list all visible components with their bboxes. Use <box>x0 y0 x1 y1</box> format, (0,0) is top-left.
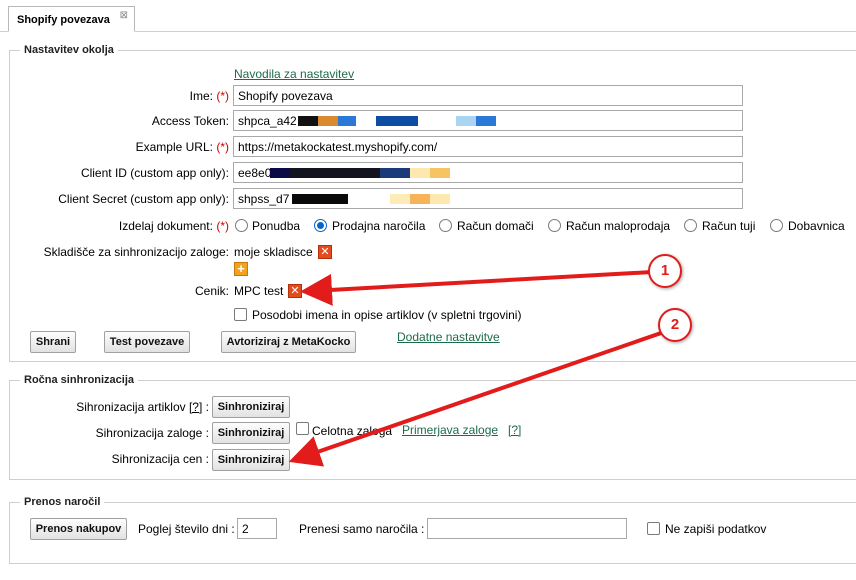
tab-bar: Shopify povezava ⊠ <box>0 0 856 32</box>
update-names-label: Posodobi imena in opise artiklov (v sple… <box>252 308 522 322</box>
tab-label: Shopify povezava <box>17 14 110 26</box>
save-button[interactable]: Shrani <box>30 331 76 353</box>
client-secret-input[interactable]: shpss_d7 <box>233 188 743 209</box>
sync-prices-button[interactable]: Sinhroniziraj <box>212 449 290 471</box>
additional-settings-link[interactable]: Dodatne nastavitve <box>397 330 500 344</box>
warehouse-label: Skladišče za sinhronizacijo zaloge: <box>43 245 229 259</box>
annotation-badge-2: 2 <box>658 308 692 342</box>
access-token-label: Access Token: <box>151 114 229 128</box>
only-orders-label: Prenesi samo naročila : <box>299 522 425 536</box>
only-orders-input[interactable] <box>427 518 627 539</box>
setup-instructions-link[interactable]: Navodila za nastavitev <box>234 67 354 81</box>
transfer-orders-button[interactable]: Prenos nakupov <box>30 518 127 540</box>
radio-racun-maloprodaja-label: Račun maloprodaja <box>566 219 671 233</box>
stock-sync-label: Sihronizacija zaloge : <box>95 426 209 440</box>
radio-prodajna-narocila[interactable] <box>314 219 327 232</box>
articles-sync-label: Sihronizacija artiklov [?] : <box>76 400 209 414</box>
authorize-button[interactable]: Avtoriziraj z MetaKocko <box>221 331 356 353</box>
pricelist-label: Cenik: <box>194 284 229 298</box>
radio-racun-maloprodaja[interactable] <box>548 219 561 232</box>
days-input[interactable]: 2 <box>237 518 277 539</box>
annotation-badge-1: 1 <box>648 254 682 288</box>
radio-racun-tuji[interactable] <box>684 219 697 232</box>
remove-warehouse-icon[interactable]: ✕ <box>318 245 332 259</box>
pricelist-value: MPC test <box>234 284 284 298</box>
client-secret-label: Client Secret (custom app only): <box>58 192 229 206</box>
client-id-input[interactable]: ee8e0 <box>233 162 743 183</box>
name-label: Ime: (*) <box>189 89 229 103</box>
radio-racun-domaci[interactable] <box>439 219 452 232</box>
stock-help-link[interactable]: [?] <box>508 423 521 437</box>
manual-sync-legend: Ročna sinhronizacija <box>24 374 135 386</box>
radio-ponudba-label: Ponudba <box>252 219 301 233</box>
document-label: Izdelaj dokument: (*) <box>118 219 229 233</box>
radio-ponudba[interactable] <box>235 219 248 232</box>
articles-help-link[interactable]: [?] <box>189 400 202 414</box>
tab-shopify-povezava[interactable]: Shopify povezava ⊠ <box>8 6 135 32</box>
tab-close-icon[interactable]: ⊠ <box>120 10 128 21</box>
no-write-label: Ne zapiši podatkov <box>665 522 767 536</box>
stock-compare-link[interactable]: Primerjava zaloge <box>402 423 498 437</box>
sync-stock-button[interactable]: Sinhroniziraj <box>212 422 290 444</box>
add-warehouse-icon[interactable]: + <box>234 262 248 276</box>
radio-dobavnica-label: Dobavnica <box>788 219 845 233</box>
full-stock-label: Celotna zaloga <box>312 424 393 438</box>
radio-dobavnica[interactable] <box>770 219 783 232</box>
sync-articles-button[interactable]: Sinhroniziraj <box>212 396 290 418</box>
warehouse-value: moje skladisce <box>234 245 313 259</box>
access-token-input[interactable]: shpca_a42 <box>233 110 743 131</box>
settings-legend: Nastavitev okolja <box>24 44 114 56</box>
client-id-label: Client ID (custom app only): <box>80 166 229 180</box>
no-write-checkbox[interactable] <box>647 522 660 535</box>
full-stock-checkbox[interactable] <box>296 422 309 435</box>
radio-racun-domaci-label: Račun domači <box>457 219 534 233</box>
example-url-input[interactable]: https://metakockatest.myshopify.com/ <box>233 136 743 157</box>
radio-racun-tuji-label: Račun tuji <box>702 219 756 233</box>
prices-sync-label: Sihronizacija cen : <box>111 452 209 466</box>
example-url-label: Example URL: (*) <box>135 140 229 154</box>
name-input[interactable]: Shopify povezava <box>233 85 743 106</box>
test-connection-button[interactable]: Test povezave <box>104 331 190 353</box>
radio-prodajna-narocila-label: Prodajna naročila <box>332 219 426 233</box>
remove-pricelist-icon[interactable]: ✕ <box>288 284 302 298</box>
orders-legend: Prenos naročil <box>24 496 101 508</box>
update-names-checkbox[interactable] <box>234 308 247 321</box>
days-label: Poglej število dni : <box>138 522 235 536</box>
